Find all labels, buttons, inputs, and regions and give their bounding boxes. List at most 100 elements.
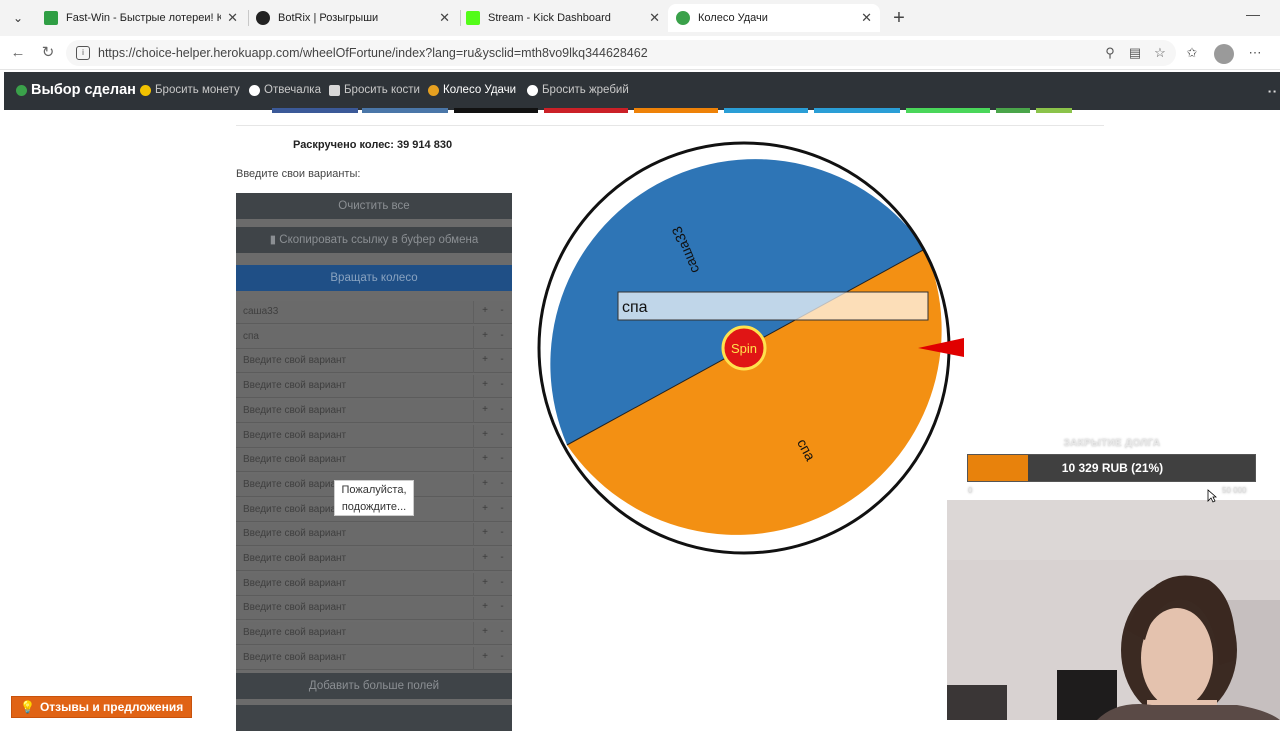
url-field[interactable]: i https://choice-helper.herokuapp.com/wh… (66, 40, 1176, 66)
tab-fast-win[interactable]: Fast-Win - Быстрые лотереи! Ком ✕ (36, 4, 246, 32)
new-tab-plus-icon[interactable]: + (888, 7, 910, 29)
nav-link-label: Отвечалка (264, 84, 321, 96)
tab-wheel-of-fortune[interactable]: Колесо Удачи ✕ (668, 4, 880, 32)
copy-link-button[interactable]: ▮ Скопировать ссылку в буфер обмена (236, 227, 512, 253)
add-option-button[interactable]: + (478, 651, 492, 662)
row-divider (473, 424, 474, 448)
reload-icon[interactable]: ↻ (38, 44, 58, 62)
add-option-button[interactable]: + (478, 503, 492, 514)
favorite-star-icon[interactable]: ☆ (1152, 45, 1168, 61)
option-input[interactable]: Введите свой вариант (243, 380, 346, 391)
brand-link[interactable]: Выбор сделан (16, 82, 136, 98)
remove-option-button[interactable]: - (495, 453, 509, 464)
option-input[interactable]: Введите свой вариант (243, 627, 346, 638)
remove-option-button[interactable]: - (495, 429, 509, 440)
option-input[interactable]: Введите свой вариант (243, 602, 346, 613)
close-icon[interactable]: ✕ (227, 10, 238, 26)
lightbulb-icon: 💡 (20, 700, 35, 714)
nav-link-lot[interactable]: Бросить жребий (527, 84, 629, 96)
share-button[interactable] (1036, 108, 1072, 113)
option-input[interactable]: Введите свой вариант (243, 553, 346, 564)
share-button[interactable] (814, 108, 900, 113)
share-button[interactable] (544, 108, 628, 113)
nav-link-answer[interactable]: Отвечалка (249, 84, 321, 96)
tab-botrix[interactable]: BotRix | Розыгрыши ✕ (248, 4, 458, 32)
next-panel-button[interactable] (236, 705, 512, 731)
share-button[interactable] (362, 108, 448, 113)
clear-all-button[interactable]: Очистить все (236, 193, 512, 219)
close-icon[interactable]: ✕ (439, 10, 450, 26)
remove-option-button[interactable]: - (495, 503, 509, 514)
remove-option-button[interactable]: - (495, 354, 509, 365)
remove-option-button[interactable]: - (495, 601, 509, 612)
tab-list-chevron-icon[interactable]: ⌄ (8, 9, 28, 27)
option-input[interactable]: Введите свой вариант (243, 652, 346, 663)
tab-kick-dashboard[interactable]: Stream - Kick Dashboard ✕ (458, 4, 668, 32)
remove-option-button[interactable]: - (495, 527, 509, 538)
add-option-button[interactable]: + (478, 478, 492, 489)
option-row: Введите свой вариант + - (236, 424, 512, 448)
option-input[interactable]: Введите свой вариант (243, 405, 346, 416)
add-more-fields-button[interactable]: Добавить больше полей (236, 673, 512, 699)
favorites-list-icon[interactable]: ✩ (1184, 45, 1200, 61)
option-input[interactable]: Введите свой вариант (243, 479, 346, 490)
reader-mode-icon[interactable]: ▤ (1127, 45, 1143, 61)
remove-option-button[interactable]: - (495, 651, 509, 662)
add-option-button[interactable]: + (478, 429, 492, 440)
option-row: Введите свой вариант + - (236, 523, 512, 547)
tooltip-line: подождите... (341, 501, 407, 513)
remove-option-button[interactable]: - (495, 330, 509, 341)
option-input[interactable]: Введите свой вариант (243, 355, 346, 366)
option-input[interactable]: Введите свой вариант (243, 430, 346, 441)
option-input[interactable]: Введите свой вариант (243, 454, 346, 465)
add-option-button[interactable]: + (478, 330, 492, 341)
add-option-button[interactable]: + (478, 379, 492, 390)
minimize-icon[interactable]: — (1246, 6, 1260, 22)
option-input[interactable]: Введите свой вариант (243, 528, 346, 539)
profile-avatar-icon[interactable] (1214, 44, 1234, 64)
share-button[interactable] (634, 108, 718, 113)
feedback-button[interactable]: 💡 Отзывы и предложения (11, 696, 193, 718)
add-option-button[interactable]: + (478, 577, 492, 588)
row-divider (473, 548, 474, 571)
share-button[interactable] (454, 108, 538, 113)
add-option-button[interactable]: + (478, 453, 492, 464)
remove-option-button[interactable]: - (495, 478, 509, 489)
close-icon[interactable]: ✕ (649, 10, 660, 26)
nav-link-dice[interactable]: Бросить кости (329, 84, 420, 96)
nav-link-coin[interactable]: Бросить монету (140, 84, 240, 96)
add-option-button[interactable]: + (478, 601, 492, 612)
remove-option-button[interactable]: - (495, 577, 509, 588)
zoom-icon[interactable]: ⚲ (1102, 45, 1118, 61)
share-button[interactable] (272, 108, 358, 113)
option-input[interactable]: Введите свой вариант (243, 504, 346, 515)
add-option-button[interactable]: + (478, 404, 492, 415)
more-menu-icon[interactable]: ⋯ (1247, 45, 1263, 61)
option-row: Введите свой вариант + - (236, 622, 512, 646)
add-option-button[interactable]: + (478, 552, 492, 563)
remove-option-button[interactable]: - (495, 379, 509, 390)
remove-option-button[interactable]: - (495, 305, 509, 316)
share-button[interactable] (996, 108, 1030, 113)
debt-amount: 10 329 RUB (21%) (1061, 461, 1164, 475)
nav-link-wheel[interactable]: Колесо Удачи (428, 84, 516, 96)
add-option-button[interactable]: + (478, 354, 492, 365)
option-input[interactable]: саша33 (243, 306, 278, 317)
kick-favicon-icon (466, 11, 480, 25)
option-input[interactable]: спа (243, 331, 259, 342)
share-button[interactable] (724, 108, 808, 113)
language-flags-icon[interactable]: ▪ ▪ (1268, 87, 1276, 96)
back-arrow-icon[interactable]: ← (8, 44, 28, 62)
remove-option-button[interactable]: - (495, 404, 509, 415)
add-option-button[interactable]: + (478, 527, 492, 538)
site-info-icon[interactable]: i (76, 46, 90, 60)
spin-wheel-button[interactable]: Вращать колесо (236, 265, 512, 291)
remove-option-button[interactable]: - (495, 552, 509, 563)
close-icon[interactable]: ✕ (861, 10, 872, 26)
remove-option-button[interactable]: - (495, 626, 509, 637)
add-option-button[interactable]: + (478, 626, 492, 637)
question-icon (249, 84, 260, 96)
share-button[interactable] (906, 108, 990, 113)
add-option-button[interactable]: + (478, 305, 492, 316)
option-input[interactable]: Введите свой вариант (243, 578, 346, 589)
